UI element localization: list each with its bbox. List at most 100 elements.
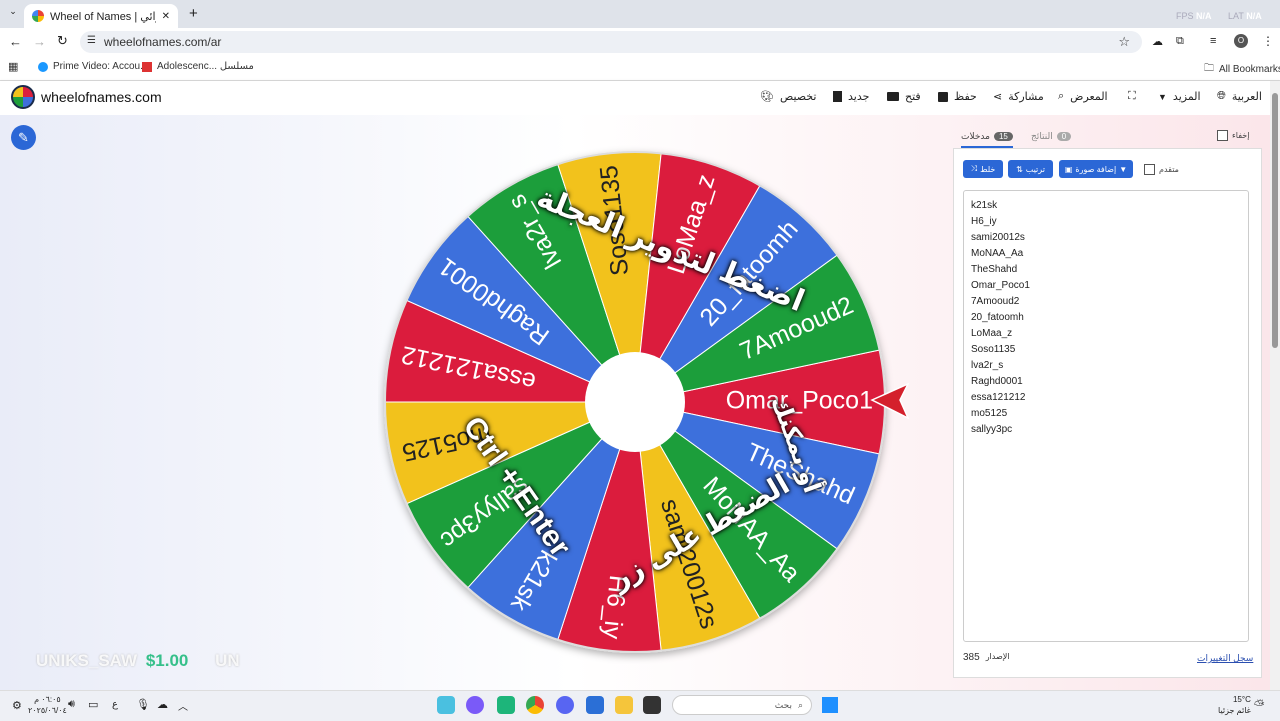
- entry-line: k21sk: [971, 200, 998, 211]
- wheel-favicon-icon: [32, 10, 44, 22]
- entries-textarea[interactable]: k21sk H6_iy sami20012s MoNAA_Aa TheShahd…: [963, 190, 1249, 642]
- weather-icon: ⛅︎: [1254, 697, 1265, 712]
- network-icon[interactable]: ▭: [88, 698, 98, 711]
- entry-line: 20_fatoomh: [971, 312, 1024, 323]
- results-count-badge: 0: [1056, 131, 1072, 141]
- folder-icon: 🗀: [1204, 63, 1214, 74]
- advanced-toggle[interactable]: متقدم: [1144, 164, 1179, 175]
- page-scrollbar[interactable]: [1270, 81, 1280, 690]
- entry-line: essa121212: [971, 392, 1026, 403]
- entry-line: TheShahd: [971, 264, 1018, 275]
- more-menu[interactable]: ▼ المزيد: [1158, 90, 1201, 103]
- shuffle-button[interactable]: ⤨ خلط: [963, 160, 1003, 178]
- taskbar-search[interactable]: بحث ⌕: [672, 695, 812, 715]
- url-text: wheelofnames.com/ar: [104, 35, 222, 49]
- app-icon-chat[interactable]: [497, 696, 515, 714]
- changelog-link[interactable]: سجل التغييرات: [1197, 653, 1253, 664]
- advanced-checkbox[interactable]: [1144, 164, 1155, 175]
- fullscreen-button[interactable]: ⛶: [1128, 90, 1136, 103]
- sort-button[interactable]: ⇅ ترتيب: [1008, 160, 1053, 178]
- lat-label: LAT: [1228, 11, 1244, 21]
- close-tab-icon[interactable]: ✕: [162, 11, 170, 22]
- bookmark-star-icon[interactable]: ☆: [1118, 34, 1130, 50]
- results-tab-label: النتائج: [1031, 130, 1053, 141]
- edit-button[interactable]: ✎: [11, 125, 36, 150]
- more-label: المزيد: [1172, 91, 1201, 103]
- apps-grid-icon[interactable]: ▦: [8, 60, 18, 73]
- site-logo[interactable]: wheelofnames.com: [11, 85, 162, 109]
- reading-list-icon[interactable]: ≡: [1210, 35, 1216, 47]
- weather-widget[interactable]: 15°C غائم جزئيا: [1218, 694, 1251, 716]
- extensions-area: ☁ ⧉ ≡ O ⋮: [1148, 34, 1280, 52]
- address-bar[interactable]: ☰ wheelofnames.com/ar ☆: [80, 31, 1142, 53]
- palette-icon: 🎨︎: [760, 91, 774, 103]
- cloud-extension-icon[interactable]: ☁: [1152, 35, 1163, 48]
- reload-icon[interactable]: ↻: [57, 33, 68, 49]
- clock-time: ٠٦:٠٥ م: [34, 695, 61, 704]
- windows-logo-icon: [822, 697, 838, 713]
- chevron-down-icon: ▼: [1158, 91, 1167, 102]
- fps-value: N/A: [1196, 11, 1212, 21]
- share-label: مشاركة: [1008, 91, 1044, 103]
- tab-entries[interactable]: مدخلات 15: [961, 126, 1013, 148]
- all-bookmarks[interactable]: 🗀 All Bookmarks: [1204, 61, 1280, 78]
- language-label: العربية: [1231, 91, 1262, 103]
- bookmark-prime-video[interactable]: Prime Video: Accou...: [38, 61, 148, 72]
- bookmark-site-icon: [142, 61, 152, 72]
- app-icon-discord-alt[interactable]: [556, 696, 574, 714]
- chevron-up-icon[interactable]: ︿: [178, 698, 188, 713]
- entry-line: Omar_Poco1: [971, 280, 1030, 291]
- bookmark-adolescence[interactable]: Adolescenc... مسلسل: [142, 61, 254, 72]
- browser-menu-icon[interactable]: ⋮: [1262, 34, 1274, 48]
- onedrive-cloud-icon[interactable]: ☁: [157, 698, 168, 711]
- app-icon-terminal[interactable]: [643, 696, 661, 714]
- gallery-button[interactable]: ⌕ المعرض: [1058, 90, 1108, 103]
- new-tab-button[interactable]: +: [189, 5, 198, 22]
- add-image-button[interactable]: ▣ إضافة صورة ▼: [1059, 160, 1133, 178]
- browser-title-bar: ⌄ Wheel of Names | أداة اختيار الاسم الع…: [0, 0, 1280, 28]
- chevron-down-icon: ▼: [1119, 164, 1128, 174]
- clock[interactable]: ٠٦:٠٥ م ٢٠٢٥/٠٦/٠٤: [28, 694, 67, 716]
- open-button[interactable]: فتح: [887, 90, 921, 103]
- hide-toggle[interactable]: إخفاء: [1217, 130, 1249, 141]
- ticker-right: UN: [215, 651, 240, 670]
- customize-label: تخصيص: [779, 91, 817, 103]
- sort-icon: ⇅: [1016, 164, 1023, 174]
- site-info-icon[interactable]: ☰: [87, 35, 96, 46]
- version-number: 385: [963, 652, 980, 663]
- customize-button[interactable]: 🎨︎ تخصيص: [760, 90, 816, 103]
- volume-icon[interactable]: 🔊︎: [68, 698, 75, 711]
- save-button[interactable]: حفظ: [938, 90, 977, 103]
- wheel-center-hub[interactable]: [585, 352, 685, 452]
- forward-icon[interactable]: →: [33, 34, 46, 49]
- browser-tab[interactable]: Wheel of Names | أداة اختيار الاسم العشو…: [24, 4, 178, 28]
- hide-checkbox[interactable]: [1217, 130, 1228, 141]
- version-label: الإصدار: [985, 652, 1010, 661]
- start-button[interactable]: [822, 697, 838, 713]
- profile-avatar[interactable]: O: [1234, 34, 1248, 48]
- app-icon-file-explorer[interactable]: [615, 696, 633, 714]
- new-button[interactable]: جديد: [833, 90, 869, 103]
- shuffle-label: خلط: [980, 164, 996, 174]
- share-button[interactable]: ⋖ مشاركة: [993, 90, 1044, 103]
- app-icon-chrome[interactable]: [526, 696, 544, 714]
- app-icon-discord[interactable]: [466, 696, 484, 714]
- tab-title: Wheel of Names | أداة اختيار الاسم العشو…: [50, 10, 156, 23]
- input-language[interactable]: ع: [112, 699, 118, 710]
- scrollbar-thumb[interactable]: [1272, 93, 1278, 348]
- app-icon-store[interactable]: [586, 696, 604, 714]
- version-info: 385 الإصدار: [963, 652, 1010, 663]
- microphone-icon[interactable]: 🎙︎: [136, 698, 150, 711]
- entry-line: MoNAA_Aa: [971, 248, 1024, 259]
- extensions-puzzle-icon[interactable]: ⧉: [1176, 35, 1184, 48]
- settings-gear-icon[interactable]: ⚙: [12, 699, 22, 712]
- back-icon[interactable]: ←: [9, 34, 22, 49]
- entry-line: sami20012s: [971, 232, 1025, 243]
- language-menu[interactable]: 🌐︎ العربية: [1217, 90, 1262, 103]
- lat-value: N/A: [1246, 11, 1262, 21]
- entry-line: Raghd0001: [971, 376, 1023, 387]
- logo-text: wheelofnames.com: [41, 89, 162, 105]
- tab-search-button[interactable]: ⌄: [6, 6, 20, 20]
- app-icon-meet[interactable]: [437, 696, 455, 714]
- tab-results[interactable]: النتائج 0: [1031, 126, 1072, 146]
